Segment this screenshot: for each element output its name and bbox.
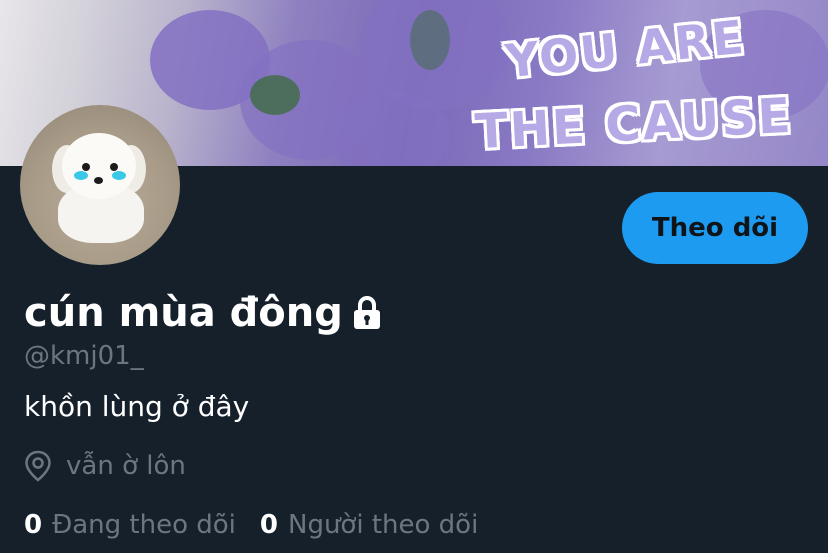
banner-leaf xyxy=(410,10,450,70)
profile-stats: 0 Đang theo dõi 0 Người theo dõi xyxy=(24,510,502,540)
dog-head xyxy=(62,133,136,199)
banner-leaf xyxy=(250,75,300,115)
banner-sticker-text: THE CAUSE xyxy=(473,87,794,161)
following-stat[interactable]: 0 Đang theo dõi xyxy=(24,510,236,540)
following-label: Đang theo dõi xyxy=(52,510,236,540)
dog-eye xyxy=(82,163,90,171)
avatar[interactable] xyxy=(20,105,180,265)
dog-nose xyxy=(94,177,103,184)
dog-tear xyxy=(112,171,126,180)
location-pin-icon xyxy=(25,450,51,482)
location-text: vẫn ờ lôn xyxy=(66,451,186,481)
dog-eye xyxy=(110,163,118,171)
display-name-text: cún mùa đông xyxy=(24,290,343,336)
display-name: cún mùa đông xyxy=(24,290,383,336)
followers-stat[interactable]: 0 Người theo dõi xyxy=(260,510,478,540)
lock-icon xyxy=(351,295,383,331)
followers-label: Người theo dõi xyxy=(288,510,479,540)
dog-tear xyxy=(74,171,88,180)
user-handle: @kmj01_ xyxy=(24,341,144,371)
follow-button[interactable]: Theo dõi xyxy=(622,192,808,264)
bio: khồn lùng ở đây xyxy=(24,390,250,423)
followers-count: 0 xyxy=(259,510,278,540)
following-count: 0 xyxy=(24,510,43,540)
location: vẫn ờ lôn xyxy=(24,450,186,482)
